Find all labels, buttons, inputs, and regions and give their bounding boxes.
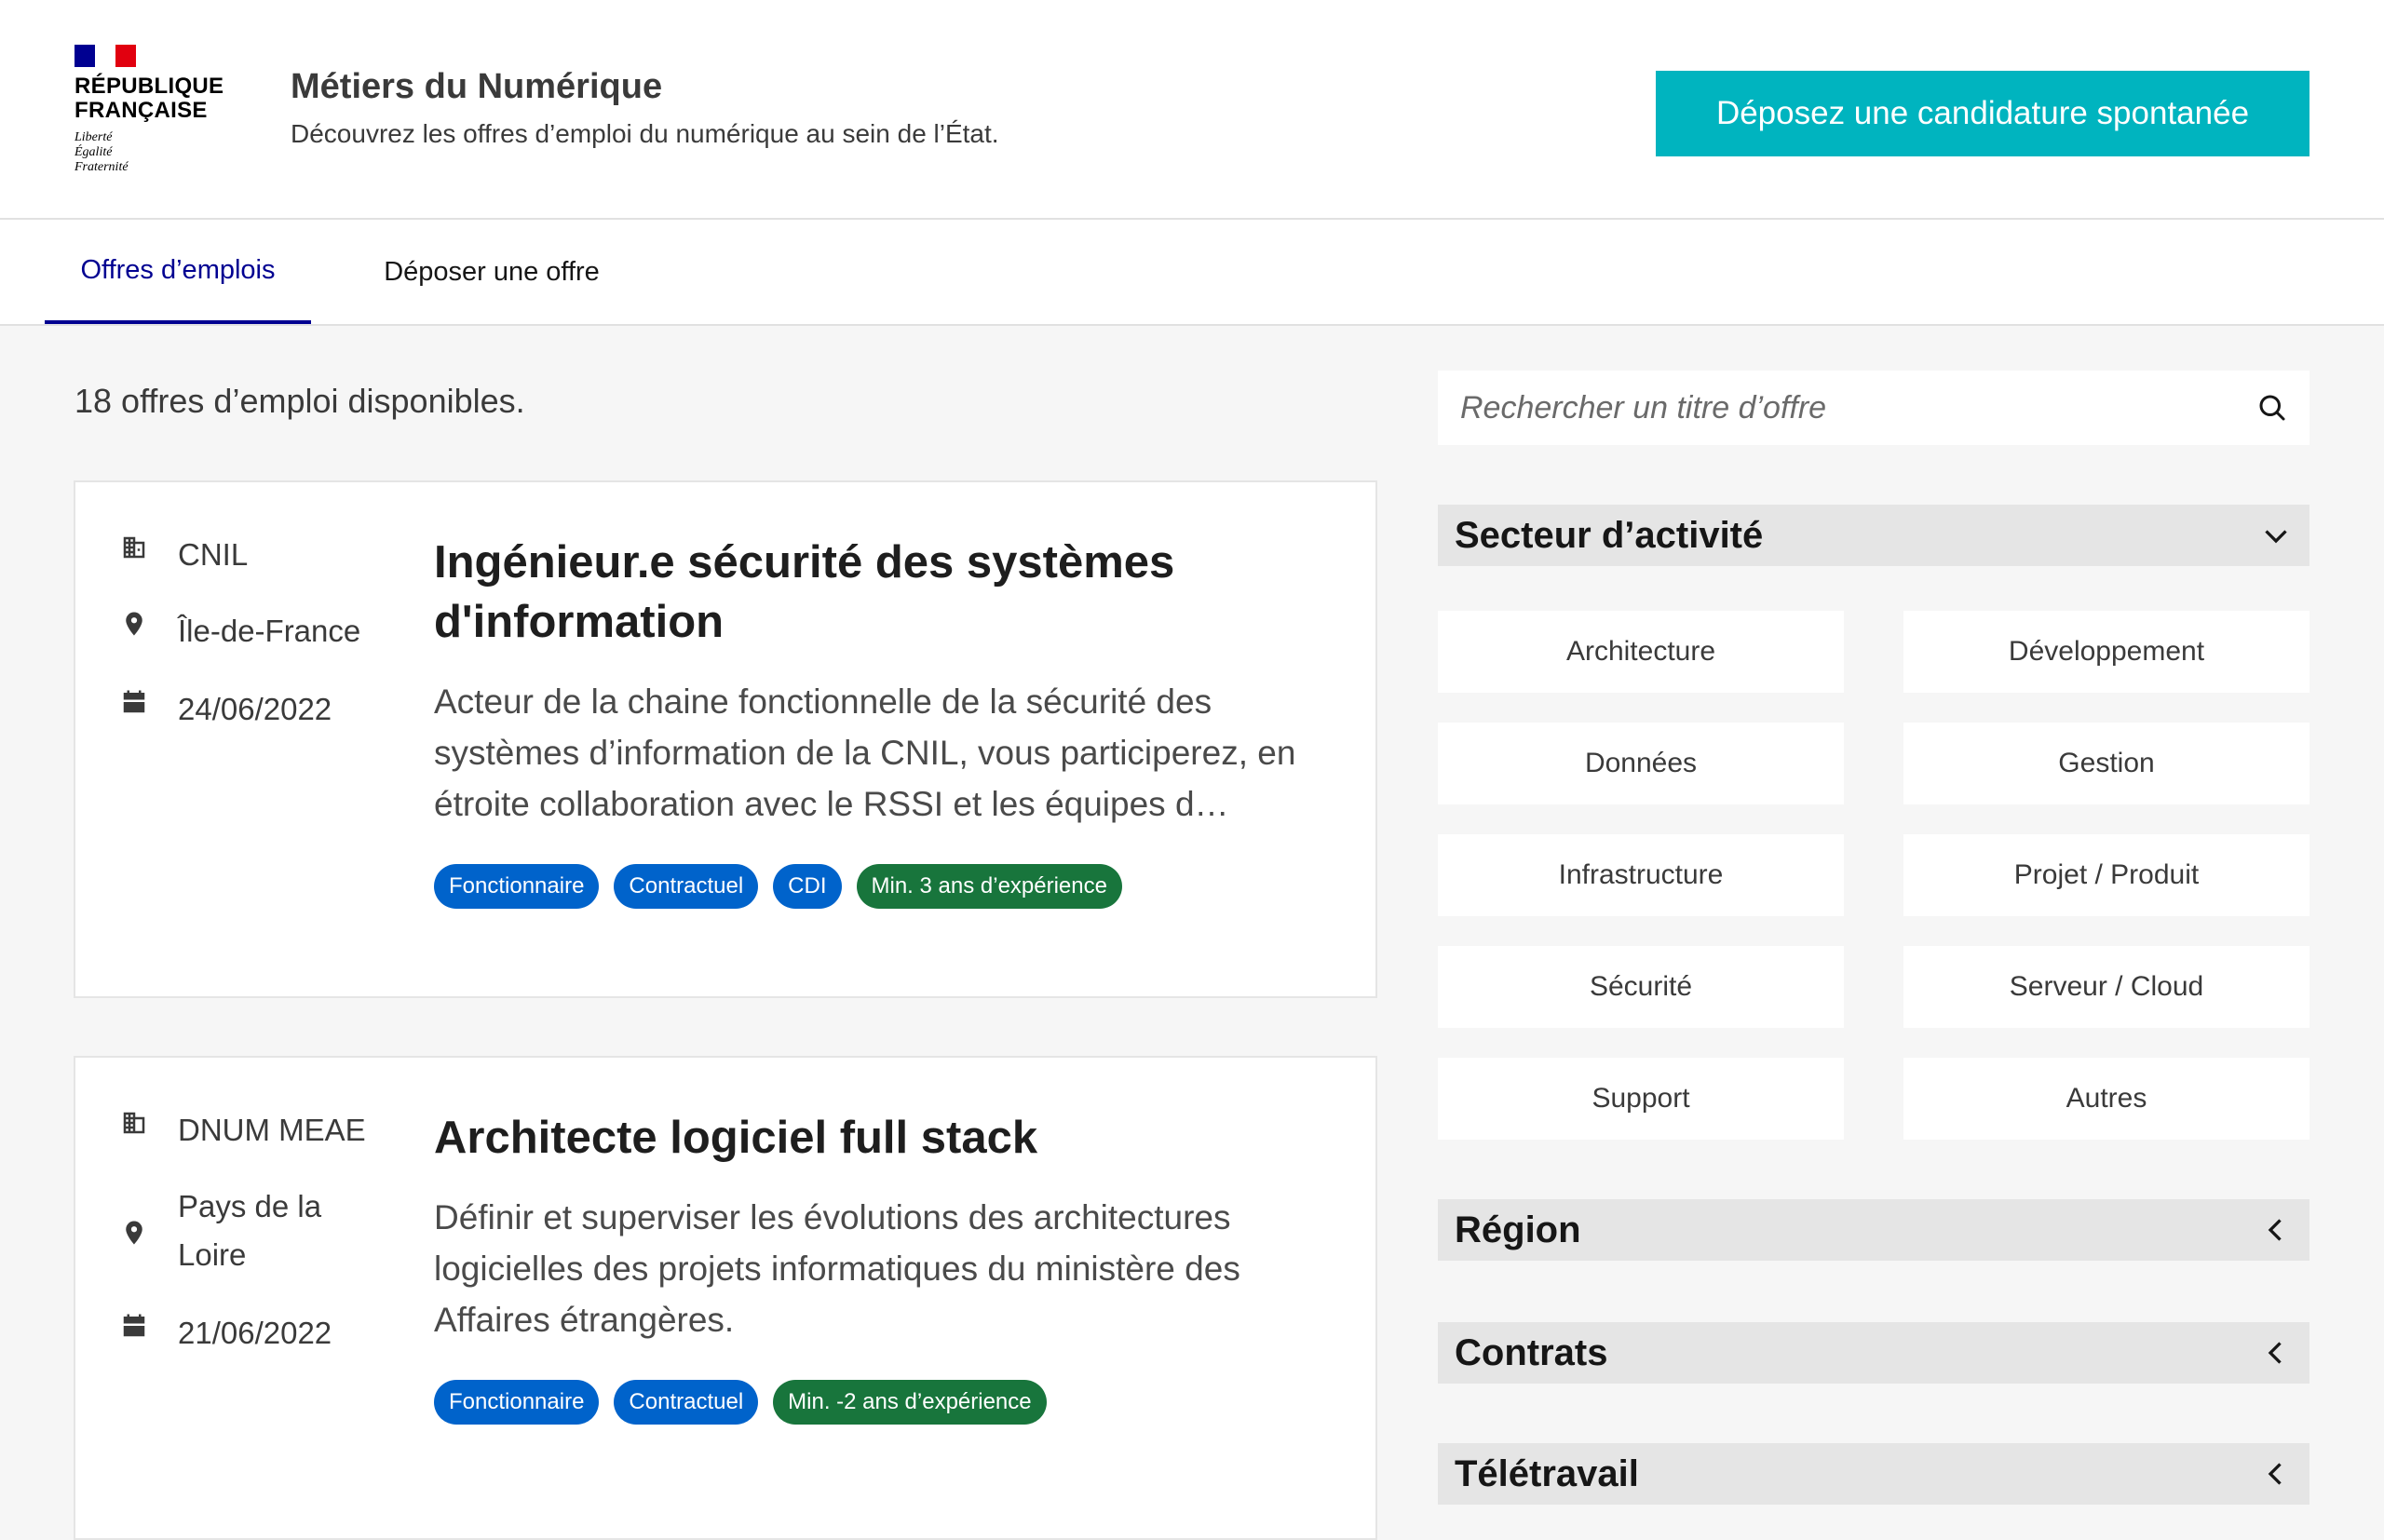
map-pin-icon [120, 607, 148, 641]
sector-option-data[interactable]: Données [1438, 723, 1844, 804]
site-header: RÉPUBLIQUE FRANÇAISE Liberté Égalité Fra… [0, 0, 2384, 220]
offer-region: Pays de la Loire [120, 1182, 364, 1279]
building-icon [120, 1106, 148, 1140]
tag-experience: Min. 3 ans d’expérience [856, 864, 1122, 909]
sector-option-management[interactable]: Gestion [1903, 723, 2310, 804]
offer-description: Définir et superviser les évolutions des… [434, 1198, 1240, 1339]
logo-motto: Liberté Égalité Fraternité [74, 130, 129, 174]
tag-cdi: CDI [773, 864, 842, 909]
sector-option-architecture[interactable]: Architecture [1438, 611, 1844, 693]
offer-date: 21/06/2022 [120, 1309, 383, 1358]
tag-contractual: Contractuel [614, 1380, 759, 1425]
chevron-left-icon [2268, 1219, 2282, 1241]
offer-title[interactable]: Ingénieur.e sécurité des systèmes d'info… [434, 533, 1328, 652]
sector-option-development[interactable]: Développement [1903, 611, 2310, 693]
filter-contracts-toggle[interactable]: Contrats [1438, 1322, 2310, 1384]
filter-sector-label: Secteur d’activité [1455, 514, 1764, 556]
french-flag-icon [74, 45, 136, 67]
tag-contractual: Contractuel [614, 864, 759, 909]
calendar-icon [120, 1309, 148, 1343]
main-navigation: Offres d’emplois Déposer une offre [0, 220, 2384, 326]
sector-option-others[interactable]: Autres [1903, 1058, 2310, 1140]
offer-tags: Fonctionnaire Contractuel CDI Min. 3 ans… [434, 864, 1122, 909]
offer-tags: Fonctionnaire Contractuel Min. -2 ans d’… [434, 1380, 1047, 1425]
republique-francaise-logo[interactable]: RÉPUBLIQUE FRANÇAISE Liberté Égalité Fra… [74, 45, 233, 184]
offer-search [1438, 371, 2310, 445]
spontaneous-application-button[interactable]: Déposez une candidature spontanée [1656, 71, 2310, 156]
chevron-left-icon [2268, 1342, 2282, 1364]
offer-organization: CNIL [120, 531, 383, 579]
map-pin-icon [120, 1216, 148, 1250]
building-icon [120, 531, 148, 564]
tab-job-offers[interactable]: Offres d’emplois [45, 220, 311, 324]
job-offer-card[interactable]: DNUM MEAE Pays de la Loire 21/06/2022 Ar… [74, 1056, 1377, 1540]
job-offer-card[interactable]: CNIL Île-de-France 24/06/2022 Ingénieur.… [74, 480, 1377, 998]
sector-option-server-cloud[interactable]: Serveur / Cloud [1903, 946, 2310, 1028]
filter-sector-toggle[interactable]: Secteur d’activité [1438, 505, 2310, 566]
tab-post-offer[interactable]: Déposer une offre [352, 220, 631, 324]
sector-option-project-product[interactable]: Projet / Produit [1903, 834, 2310, 916]
chevron-left-icon [2268, 1463, 2282, 1485]
filter-region-toggle[interactable]: Région [1438, 1199, 2310, 1261]
sector-option-infrastructure[interactable]: Infrastructure [1438, 834, 1844, 916]
offer-description: Acteur de la chaine fonctionnelle de la … [434, 682, 1296, 823]
search-input[interactable] [1438, 371, 2239, 445]
offer-organization: DNUM MEAE [120, 1106, 383, 1155]
filter-region-label: Région [1455, 1209, 1581, 1250]
offer-date: 24/06/2022 [120, 685, 383, 734]
site-title[interactable]: Métiers du Numérique [291, 67, 662, 107]
sector-option-support[interactable]: Support [1438, 1058, 1844, 1140]
tag-civil-servant: Fonctionnaire [434, 864, 600, 909]
calendar-icon [120, 685, 148, 719]
logo-name: RÉPUBLIQUE FRANÇAISE [74, 74, 224, 123]
tag-civil-servant: Fonctionnaire [434, 1380, 600, 1425]
site-tagline: Découvrez les offres d’emploi du numériq… [291, 119, 999, 148]
sector-option-security[interactable]: Sécurité [1438, 946, 1844, 1028]
offer-region: Île-de-France [120, 607, 383, 655]
filter-contracts-label: Contrats [1455, 1331, 1608, 1373]
result-count: 18 offres d’emploi disponibles. [74, 382, 525, 420]
tag-experience: Min. -2 ans d’expérience [773, 1380, 1047, 1425]
filter-remote-label: Télétravail [1455, 1452, 1639, 1494]
offer-title[interactable]: Architecte logiciel full stack [434, 1108, 1328, 1168]
chevron-down-icon [2265, 530, 2287, 544]
search-icon[interactable] [2255, 391, 2289, 425]
filter-remote-toggle[interactable]: Télétravail [1438, 1443, 2310, 1505]
